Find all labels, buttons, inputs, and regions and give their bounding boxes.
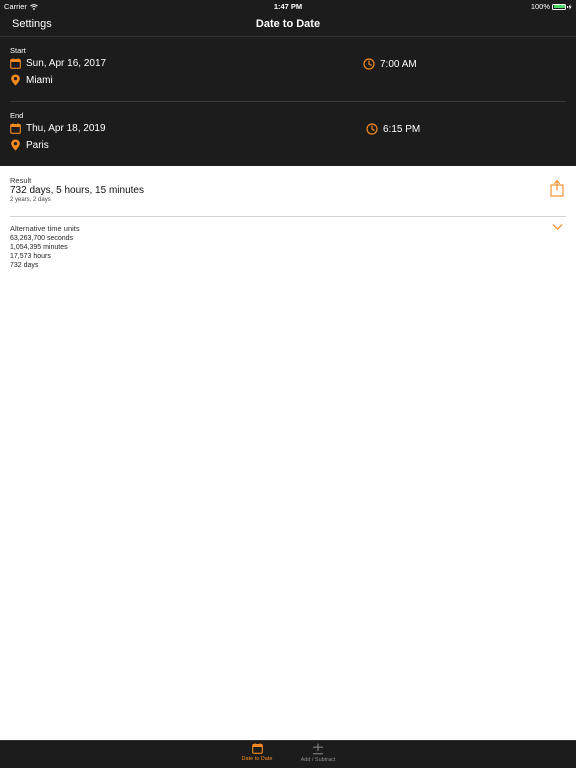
list-item: 732 days <box>10 262 39 269</box>
battery-info: 100% <box>531 2 572 11</box>
tab-date-to-date[interactable]: Date to Date <box>227 743 287 762</box>
start-date-picker[interactable]: Sun, Apr 16, 2017 <box>10 58 106 69</box>
tab-bar: Date to Date Add / Subtract <box>0 740 576 768</box>
start-time-picker[interactable]: 7:00 AM <box>363 58 417 70</box>
tab-add-subtract[interactable]: Add / Subtract <box>288 743 348 763</box>
list-item: 63,263,700 seconds <box>10 235 74 242</box>
charging-bolt-icon <box>568 3 572 10</box>
plus-minus-icon <box>313 743 323 755</box>
navigation-bar: Settings Date to Date <box>0 12 576 37</box>
start-location-value: Miami <box>26 74 53 86</box>
tab-label: Date to Date <box>241 756 273 762</box>
result-value: 732 days, 5 hours, 15 minutes <box>10 185 144 196</box>
end-time-picker[interactable]: 6:15 PM <box>366 123 420 135</box>
chevron-down-icon[interactable] <box>552 223 563 231</box>
battery-icon <box>552 3 568 10</box>
clock-icon <box>363 58 375 70</box>
end-time-value: 6:15 PM <box>383 123 421 135</box>
result-summary: 2 years, 2 days <box>10 197 51 203</box>
calendar-icon <box>10 58 21 69</box>
start-label: Start <box>10 46 26 55</box>
list-item: 1,054,395 minutes <box>10 244 68 251</box>
list-item: 17,573 hours <box>10 253 51 260</box>
status-time: 1:47 PM <box>273 2 303 11</box>
result-label: Result <box>10 176 32 185</box>
start-time-value: 7:00 AM <box>380 58 417 70</box>
location-pin-icon <box>11 74 20 86</box>
calendar-icon <box>10 123 21 134</box>
result-divider <box>10 216 566 217</box>
share-icon[interactable] <box>550 180 564 197</box>
start-date-value: Sun, Apr 16, 2017 <box>26 58 107 69</box>
end-location-value: Paris <box>26 139 49 151</box>
alternative-units-list: 63,263,700 seconds 1,054,395 minutes 17,… <box>10 234 73 270</box>
end-location-picker[interactable]: Paris <box>10 139 49 151</box>
clock-icon <box>366 123 378 135</box>
calendar-icon <box>251 743 263 754</box>
page-title: Date to Date <box>255 18 321 30</box>
date-input-panel: Start Sun, Apr 16, 2017 7:00 AM Miami En… <box>0 37 576 166</box>
alternative-units-label[interactable]: Alternative time units <box>10 224 80 233</box>
battery-percent: 100% <box>530 2 550 11</box>
location-pin-icon <box>11 139 20 151</box>
section-divider <box>10 101 566 102</box>
end-date-value: Thu, Apr 18, 2019 <box>26 123 106 134</box>
end-date-picker[interactable]: Thu, Apr 18, 2019 <box>10 123 106 134</box>
start-location-picker[interactable]: Miami <box>10 74 53 86</box>
status-bar: Carrier 1:47 PM 100% <box>0 0 576 12</box>
end-label: End <box>10 111 24 120</box>
tab-label: Add / Subtract <box>300 757 336 763</box>
